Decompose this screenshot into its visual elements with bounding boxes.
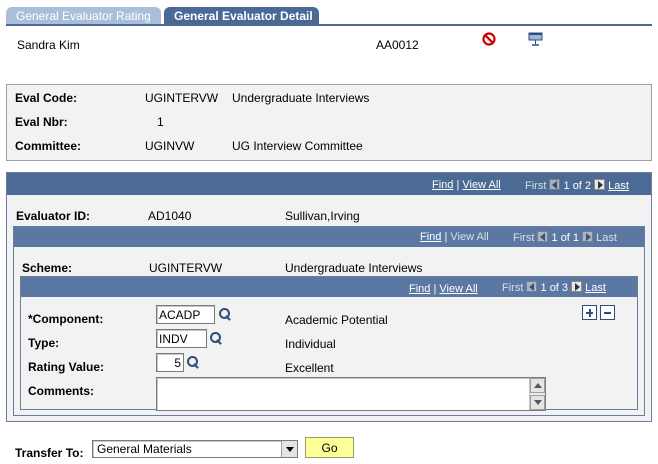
component-pager: First 1 of 3 Last xyxy=(502,281,606,294)
person-id: AA0012 xyxy=(376,38,419,52)
scheme-label: Scheme: xyxy=(22,261,73,275)
evaluator-id-value: AD1040 xyxy=(148,209,192,223)
committee-label: Committee: xyxy=(15,139,82,153)
rating-input[interactable]: 5 xyxy=(156,353,184,372)
scheme-view-all: View All xyxy=(450,231,489,243)
component-desc: Academic Potential xyxy=(285,313,388,327)
component-next-icon[interactable] xyxy=(571,281,583,292)
scheme-range: 1 of 1 xyxy=(551,232,580,244)
eval-nbr-value: 1 xyxy=(157,115,164,129)
scheme-desc: Undergraduate Interviews xyxy=(285,261,423,275)
eval-code-label: Eval Code: xyxy=(15,91,78,105)
scheme-first: First xyxy=(513,232,535,244)
comments-scrollbar[interactable] xyxy=(529,378,545,410)
tab-general-evaluator-detail[interactable]: General Evaluator Detail xyxy=(164,7,319,25)
scheme-nav-sep: | xyxy=(444,231,448,243)
component-lookup-icon[interactable] xyxy=(218,307,232,321)
go-button[interactable]: Go xyxy=(305,437,354,458)
evaluator-pager: First 1 of 2 Last xyxy=(525,179,629,192)
rating-desc: Excellent xyxy=(285,361,334,375)
evaluator-view-all-link[interactable]: View All xyxy=(462,179,500,191)
person-name: Sandra Kim xyxy=(17,38,80,52)
component-nav-sep: | xyxy=(433,283,437,295)
evaluator-range: 1 of 2 xyxy=(563,180,592,192)
delete-row-button[interactable] xyxy=(600,305,615,320)
transfer-to-selected: General Materials xyxy=(97,442,192,456)
evaluator-prev-icon[interactable] xyxy=(549,179,561,190)
scheme-value: UGINTERVW xyxy=(149,261,223,275)
scheme-pager: First 1 of 1 Last xyxy=(513,231,617,244)
chevron-down-icon[interactable] xyxy=(281,441,297,457)
no-entry-icon[interactable] xyxy=(482,32,496,46)
evaluator-name: Sullivan,Irving xyxy=(285,209,360,223)
type-label: Type: xyxy=(28,336,60,350)
component-label: *Component: xyxy=(28,312,104,326)
component-last-link[interactable]: Last xyxy=(585,282,606,294)
evaluator-nav-sep: | xyxy=(456,179,460,191)
eval-nbr-label: Eval Nbr: xyxy=(15,115,68,129)
committee-desc: UG Interview Committee xyxy=(232,139,363,153)
comments-textarea[interactable] xyxy=(156,377,546,411)
evaluator-first: First xyxy=(525,180,547,192)
component-nav: Find | View All xyxy=(409,283,478,295)
component-range: 1 of 3 xyxy=(540,282,569,294)
monitor-icon[interactable] xyxy=(528,32,544,47)
committee-value: UGINVW xyxy=(145,139,195,153)
type-lookup-icon[interactable] xyxy=(209,331,223,345)
transfer-to-label: Transfer To: xyxy=(15,446,84,460)
evaluator-find-link[interactable]: Find xyxy=(432,179,453,191)
component-find-link[interactable]: Find xyxy=(409,283,430,295)
component-view-all-link[interactable]: View All xyxy=(439,283,477,295)
tab-underline xyxy=(6,24,652,26)
scheme-last: Last xyxy=(596,232,617,244)
rating-label: Rating Value: xyxy=(28,360,105,374)
type-input[interactable]: INDV xyxy=(156,329,207,348)
comments-label: Comments: xyxy=(28,384,95,398)
component-prev-icon[interactable] xyxy=(526,281,538,292)
scheme-nav: Find | View All xyxy=(420,231,489,243)
eval-code-value: UGINTERVW xyxy=(145,91,219,105)
evaluator-id-label: Evaluator ID: xyxy=(16,209,91,223)
evaluator-next-icon[interactable] xyxy=(594,179,606,190)
scroll-up-icon[interactable] xyxy=(530,378,545,393)
rating-lookup-icon[interactable] xyxy=(186,355,200,369)
tab-general-evaluator-rating[interactable]: General Evaluator Rating xyxy=(6,7,161,25)
transfer-to-select[interactable]: General Materials xyxy=(92,440,298,458)
scroll-down-icon[interactable] xyxy=(530,395,545,410)
evaluator-nav: Find | View All xyxy=(432,179,501,191)
scheme-next-icon[interactable] xyxy=(582,231,594,242)
eval-code-desc: Undergraduate Interviews xyxy=(232,91,370,105)
component-input[interactable]: ACADP xyxy=(156,305,215,324)
scheme-prev-icon[interactable] xyxy=(537,231,549,242)
add-row-button[interactable] xyxy=(582,305,597,320)
evaluator-last-link[interactable]: Last xyxy=(608,180,629,192)
component-first: First xyxy=(502,282,524,294)
type-desc: Individual xyxy=(285,337,336,351)
scheme-find-link[interactable]: Find xyxy=(420,231,441,243)
